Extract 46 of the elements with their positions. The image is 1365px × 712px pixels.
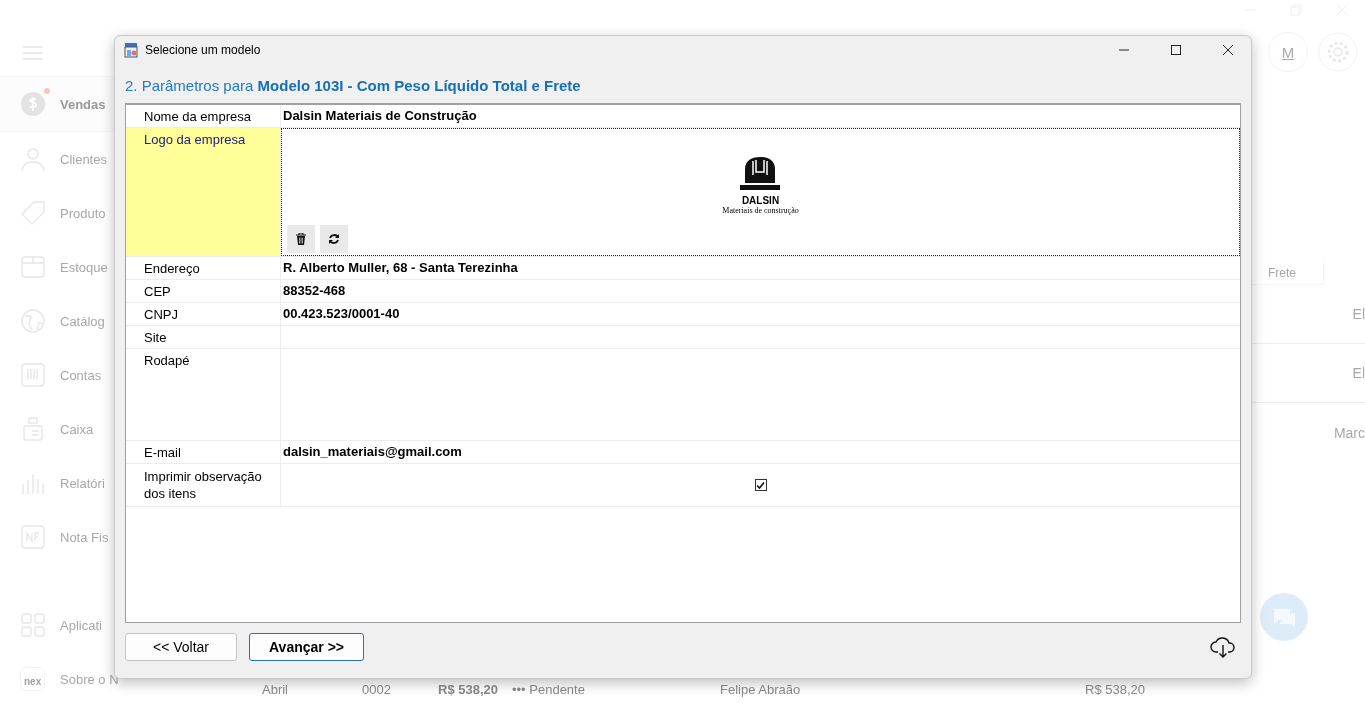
- dollar-icon: [20, 91, 46, 117]
- table-cell: 0002: [362, 682, 391, 697]
- field-label[interactable]: CNPJ: [126, 303, 281, 325]
- table-cell: ••• Pendente: [512, 682, 585, 697]
- field-label[interactable]: Rodapé: [126, 349, 281, 440]
- field-label[interactable]: Nome da empresa: [126, 105, 281, 127]
- refresh-icon: [328, 233, 340, 245]
- document-icon: [20, 524, 46, 550]
- delete-button[interactable]: [287, 225, 315, 253]
- barcode-icon: [20, 362, 46, 388]
- field-label[interactable]: Endereço: [126, 257, 281, 279]
- field-label[interactable]: Site: [126, 326, 281, 348]
- table-cell: R$ 538,20: [438, 682, 498, 697]
- field-label[interactable]: CEP: [126, 280, 281, 302]
- table-cell: El: [1352, 306, 1365, 322]
- field-label[interactable]: Logo da empresa: [126, 128, 281, 256]
- nex-logo: nex: [20, 667, 46, 691]
- field-value[interactable]: 88352-468: [281, 280, 1240, 302]
- field-label[interactable]: Imprimir observação dos itens: [126, 464, 281, 506]
- trash-icon: [296, 233, 306, 245]
- checkbox[interactable]: [754, 479, 767, 491]
- field-value[interactable]: 00.423.523/0001-40: [281, 303, 1240, 325]
- cloud-download-icon[interactable]: [1210, 636, 1236, 658]
- box-icon: [20, 254, 46, 280]
- person-icon: [20, 146, 46, 172]
- field-value[interactable]: dalsin_materiais@gmail.com: [281, 441, 1240, 463]
- field-value[interactable]: R. Alberto Muller, 68 - Santa Terezinha: [281, 257, 1240, 279]
- table-cell: Marc: [1333, 425, 1365, 441]
- next-button[interactable]: Avançar >>: [249, 633, 364, 661]
- table-cell: El: [1352, 365, 1365, 381]
- company-logo: DALSIN Materiais de construção: [722, 157, 799, 215]
- field-label[interactable]: E-mail: [126, 441, 281, 463]
- chat-icon[interactable]: [1260, 593, 1308, 641]
- field-value[interactable]: Dalsin Materiais de Construção: [281, 105, 1240, 127]
- table-cell: Abril: [262, 682, 288, 697]
- window-title: Selecione um modelo: [145, 43, 261, 57]
- store-icon: [123, 42, 139, 58]
- table-cell: R$ 538,20: [1085, 682, 1145, 697]
- settings-icon[interactable]: [1318, 32, 1358, 72]
- table-cell: Felipe Abraão: [720, 682, 801, 697]
- back-button[interactable]: << Voltar: [125, 633, 237, 661]
- register-icon: [20, 416, 46, 442]
- globe-icon: [20, 308, 46, 334]
- refresh-button[interactable]: [320, 225, 348, 253]
- grid-icon: [20, 612, 46, 638]
- tag-icon: [20, 200, 46, 226]
